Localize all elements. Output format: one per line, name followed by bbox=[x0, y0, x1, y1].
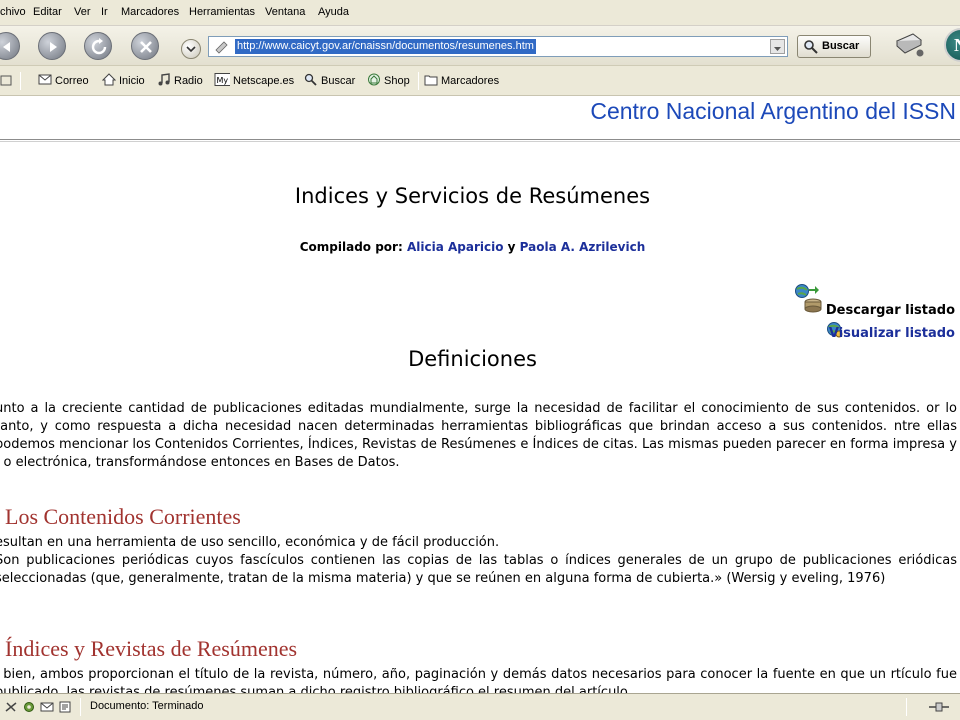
forward-button[interactable] bbox=[38, 32, 66, 60]
arrow-right-icon bbox=[50, 42, 57, 52]
view-list-link[interactable]: Visualizar listado bbox=[829, 326, 955, 341]
bookmark-netscape-es-label: Netscape.es bbox=[233, 75, 295, 87]
menu-editar[interactable]: Editar bbox=[33, 6, 62, 18]
menubar: chivo Editar Ver Ir Marcadores Herramien… bbox=[0, 0, 960, 26]
gear-icon[interactable] bbox=[22, 700, 36, 714]
site-title: Centro Nacional Argentino del ISSN bbox=[590, 98, 956, 124]
conjunction: y bbox=[507, 240, 516, 254]
url-bar[interactable]: http://www.caicyt.gov.ar/cnaissn/documen… bbox=[208, 36, 788, 57]
chevron-down-icon bbox=[774, 47, 781, 51]
search-button[interactable]: Buscar bbox=[797, 35, 871, 58]
bookmark-inicio[interactable]: Inicio bbox=[102, 73, 145, 90]
bookmark-radio-label: Radio bbox=[174, 75, 203, 87]
bookmark-buscar-label: Buscar bbox=[321, 75, 356, 87]
section-heading-indices-resumenes: Índices y Revistas de Resúmenes bbox=[5, 636, 298, 661]
chevron-down-icon bbox=[186, 46, 196, 53]
print-icon[interactable] bbox=[893, 29, 925, 59]
grip-icon bbox=[0, 75, 12, 86]
navigation-toolbar: http://www.caicyt.gov.ar/cnaissn/documen… bbox=[0, 26, 960, 66]
stop-button[interactable] bbox=[131, 32, 159, 60]
section1-paragraph-1: esultan en una herramienta de uso sencil… bbox=[0, 535, 500, 550]
search-icon bbox=[304, 73, 317, 86]
menu-archivo[interactable]: chivo bbox=[0, 6, 26, 18]
status-bar: Documento: Terminado bbox=[0, 693, 960, 720]
connection-icon bbox=[929, 702, 949, 712]
stop-icon bbox=[140, 41, 152, 53]
bookmark-radio[interactable]: Radio bbox=[157, 73, 203, 90]
bookmark-correo[interactable]: Correo bbox=[38, 73, 89, 90]
history-dropdown-button[interactable] bbox=[181, 39, 201, 59]
page-proxy-icon bbox=[215, 41, 228, 54]
menu-herramientas[interactable]: Herramientas bbox=[189, 6, 255, 18]
my-netscape-icon: My bbox=[214, 73, 230, 86]
music-note-icon bbox=[158, 73, 170, 86]
mail-icon bbox=[38, 74, 52, 85]
menu-ir[interactable]: Ir bbox=[101, 6, 108, 18]
menu-ver[interactable]: Ver bbox=[74, 6, 91, 18]
navigator-icon[interactable] bbox=[4, 700, 18, 714]
arrow-left-icon bbox=[3, 42, 10, 52]
url-dropdown-button[interactable] bbox=[770, 39, 785, 54]
author-link-aparicio[interactable]: Alicia Aparicio bbox=[407, 240, 504, 254]
bookmark-shop[interactable]: Shop bbox=[367, 73, 410, 90]
search-button-label: Buscar bbox=[822, 40, 860, 52]
home-icon bbox=[102, 73, 116, 86]
bookmark-correo-label: Correo bbox=[55, 75, 89, 87]
status-text: Documento: Terminado bbox=[90, 700, 204, 712]
compiled-by-line: Compilado por: Alicia Aparicio y Paola A… bbox=[0, 240, 945, 254]
section-heading-contenidos-corrientes: Los Contenidos Corrientes bbox=[5, 504, 241, 529]
download-list-link[interactable]: Descargar listado bbox=[826, 303, 955, 318]
bookmark-inicio-label: Inicio bbox=[119, 75, 145, 87]
personal-toolbar: Correo Inicio Radio My Netscape.es Buscar… bbox=[0, 66, 960, 96]
download-icon[interactable] bbox=[794, 283, 826, 313]
bookmark-marcadores[interactable]: Marcadores bbox=[424, 73, 499, 90]
menu-marcadores[interactable]: Marcadores bbox=[121, 6, 179, 18]
section1-paragraph-2: Son publicaciones periódicas cuyos fascí… bbox=[0, 553, 957, 586]
page-content: Centro Nacional Argentino del ISSN Indic… bbox=[0, 96, 960, 693]
shop-icon bbox=[368, 73, 380, 86]
bookmark-netscape-es[interactable]: My Netscape.es bbox=[213, 73, 294, 90]
section2-paragraph-1: i bien, ambos proporcionan el título de … bbox=[0, 667, 957, 693]
page-title: Indices y Servicios de Resúmenes bbox=[294, 184, 651, 208]
svg-text:My: My bbox=[217, 76, 229, 85]
back-button[interactable] bbox=[0, 32, 20, 60]
composer-icon[interactable] bbox=[58, 700, 72, 714]
folder-icon bbox=[424, 75, 438, 86]
intro-paragraph: unto a la creciente cantidad de publicac… bbox=[0, 401, 957, 470]
menu-ventana[interactable]: Ventana bbox=[265, 6, 305, 18]
header-divider bbox=[0, 139, 960, 142]
reload-icon bbox=[91, 38, 107, 55]
bookmark-shop-label: Shop bbox=[384, 75, 410, 87]
menu-ayuda[interactable]: Ayuda bbox=[318, 6, 349, 18]
bookmark-marcadores-label: Marcadores bbox=[441, 75, 500, 87]
reload-button[interactable] bbox=[84, 32, 112, 60]
mail-icon[interactable] bbox=[40, 700, 54, 714]
bookmark-buscar[interactable]: Buscar bbox=[304, 73, 355, 90]
author-link-azrilevich[interactable]: Paola A. Azrilevich bbox=[520, 240, 646, 254]
definitions-heading: Definiciones bbox=[408, 347, 537, 371]
url-input[interactable]: http://www.caicyt.gov.ar/cnaissn/documen… bbox=[235, 39, 536, 54]
search-icon bbox=[804, 40, 818, 54]
netscape-throbber-icon[interactable]: N bbox=[944, 28, 960, 62]
compiled-label: Compilado por: bbox=[299, 240, 403, 254]
